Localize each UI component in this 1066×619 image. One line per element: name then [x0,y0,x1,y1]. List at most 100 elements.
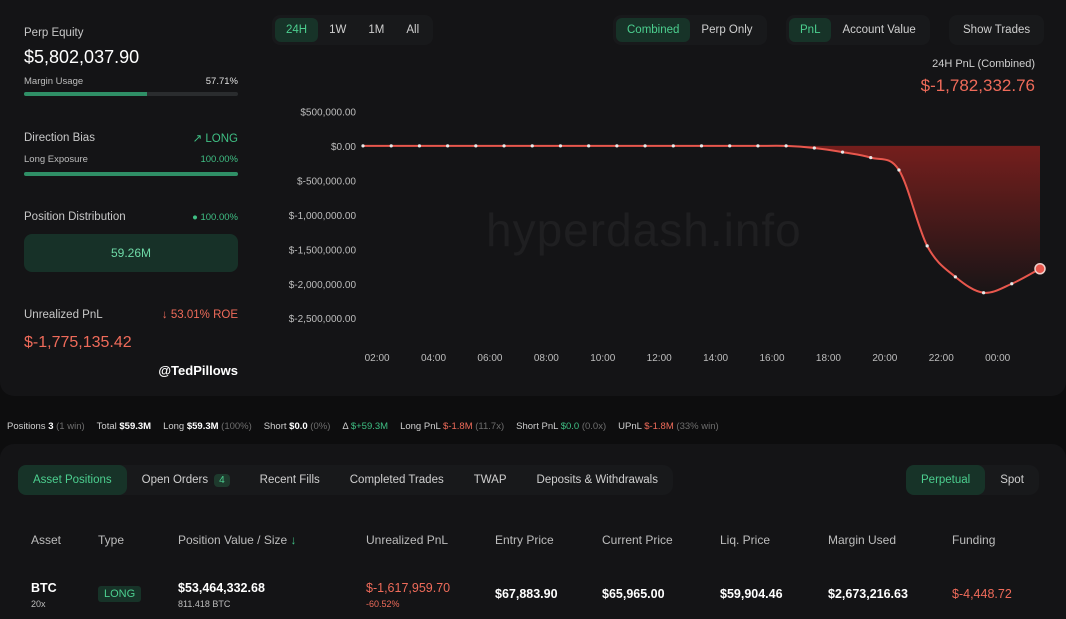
row-upnl: $-1,617,959.70 [366,581,451,595]
long-value: $59.3M [186,421,219,432]
data-point [417,144,422,148]
tab-24h[interactable]: 24H [275,18,319,42]
data-point [502,144,506,148]
total-value: $59.3M [119,421,152,432]
upnl-label: UPnL [618,421,642,432]
x-tick-label: 20:00 [872,353,897,364]
long-pnl-value: $-1.8M [443,421,473,432]
long-label: Long [163,421,185,432]
col-type[interactable]: Type [98,533,124,547]
tab-combined[interactable]: Combined [616,18,691,42]
data-point [869,156,873,160]
delta-value: $+59.3M [350,421,389,432]
arrow-down-icon: ↓ [161,309,168,321]
long-exposure-bar [24,172,238,176]
data-point [474,144,478,148]
tab-twap[interactable]: TWAP [459,465,522,495]
x-tick-label: 06:00 [477,353,502,364]
position-distribution-value: 100.00% [200,211,238,223]
data-point [925,244,929,248]
row-funding: $-4,448.72 [952,587,1012,601]
col-position-value-label: Position Value / Size [178,533,288,547]
upnl-value: $-1.8M [644,421,674,432]
col-unrealized-pnl[interactable]: Unrealized PnL [366,533,448,547]
tab-asset-positions[interactable]: Asset Positions [18,465,127,495]
position-distribution-box[interactable]: 59.26M [24,234,238,272]
tab-perp-only[interactable]: Perp Only [690,18,763,42]
margin-usage-value: 57.71% [205,76,238,87]
pnl-chart[interactable]: $500,000.00 $0.00 $-500,000.00 $-1,000,000.… [270,90,1060,380]
tab-open-orders[interactable]: Open Orders 4 [127,465,245,495]
y-tick-label: $-500,000.00 [297,176,356,187]
data-point [728,144,732,148]
data-point [361,144,365,148]
direction-bias-label: Direction Bias [24,132,95,144]
margin-usage-label: Margin Usage [24,76,84,87]
row-asset[interactable]: BTC [31,581,57,595]
y-tick-label: $-2,500,000.00 [289,314,357,325]
positions-tabs: Asset Positions Open Orders 4 Recent Fill… [18,465,673,495]
x-tick-label: 08:00 [534,353,559,364]
author-handle: @TedPillows [158,363,238,378]
long-exposure-bar-fill [24,172,238,176]
unrealized-pnl-roe: 53.01% ROE [170,309,238,321]
data-point [756,144,760,148]
perp-equity-value: $5,802,037.90 [24,47,140,67]
long-note: (100%) [221,421,252,432]
tab-all[interactable]: All [395,18,430,42]
col-entry-price[interactable]: Entry Price [495,533,554,547]
long-pnl-note: (11.7x) [475,421,505,432]
col-funding[interactable]: Funding [952,533,995,547]
tab-1w[interactable]: 1W [318,18,357,42]
data-point [587,144,591,148]
pnl-area-fill [363,145,1040,293]
x-tick-label: 00:00 [985,353,1010,364]
tab-account-value[interactable]: Account Value [831,18,926,42]
x-tick-label: 04:00 [421,353,446,364]
col-current-price[interactable]: Current Price [602,533,673,547]
short-note: (0%) [310,421,331,432]
data-point [446,144,450,148]
chart-pnl-label: 24H PnL (Combined) [932,58,1035,70]
show-trades-button[interactable]: Show Trades [952,18,1041,42]
y-tick-label: $0.00 [331,142,356,153]
x-tick-label: 22:00 [929,353,954,364]
short-pnl-label: Short PnL [516,421,559,432]
tab-deposits-withdrawals[interactable]: Deposits & Withdrawals [522,465,673,495]
margin-usage-bar [24,92,238,96]
margin-usage-bar-fill [24,92,148,96]
row-liq-price: $59,904.46 [720,587,783,601]
sort-down-icon[interactable]: ↓ [291,533,297,547]
tab-1m[interactable]: 1M [357,18,395,42]
positions-summary-bar: Positions 3 (1 win) Total $59.3M Long $5… [7,421,719,432]
tab-recent-fills[interactable]: Recent Fills [245,465,335,495]
metric-tabs: PnL Account Value [786,15,930,45]
trend-up-icon: ↗ [192,133,203,145]
tab-completed-trades[interactable]: Completed Trades [335,465,459,495]
unrealized-pnl-label: Unrealized PnL [24,309,103,321]
x-tick-label: 10:00 [590,353,615,364]
tab-perpetual[interactable]: Perpetual [906,465,986,495]
tab-pnl[interactable]: PnL [789,18,832,42]
mode-tabs: Combined Perp Only [613,15,767,45]
short-pnl-value: $0.0 [560,421,580,432]
row-type-badge: LONG [98,586,142,602]
data-point [530,144,534,148]
open-orders-count-badge: 4 [214,473,230,487]
col-margin-used[interactable]: Margin Used [828,533,896,547]
total-label: Total [96,421,117,432]
data-point [812,146,816,150]
tab-open-orders-label: Open Orders [141,474,209,486]
col-liq-price[interactable]: Liq. Price [720,533,770,547]
data-point [897,168,901,172]
data-point [1010,282,1014,286]
positions-note: (1 win) [56,421,85,432]
data-point [953,275,957,279]
long-exposure-label: Long Exposure [24,154,88,165]
col-position-value[interactable]: Position Value / Size ↓ [178,533,297,547]
x-tick-label: 14:00 [703,353,728,364]
unrealized-pnl-value: $-1,775,135.42 [24,334,132,351]
row-leverage: 20x [31,599,46,609]
tab-spot[interactable]: Spot [985,465,1039,495]
col-asset[interactable]: Asset [31,533,61,547]
